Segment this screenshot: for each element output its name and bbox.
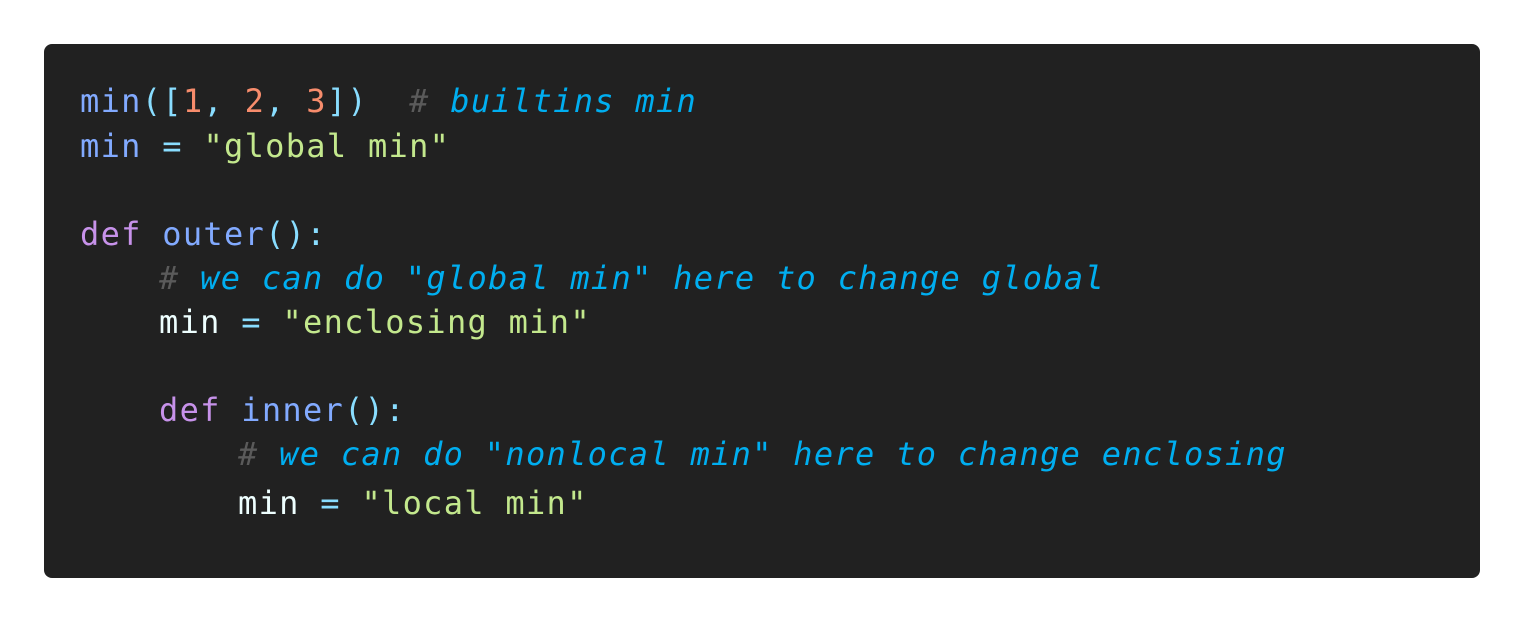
number-literal: 1 bbox=[182, 82, 204, 120]
code-line-1: min([1, 2, 3]) # builtins min bbox=[80, 81, 697, 121]
string-literal: "global min" bbox=[203, 127, 451, 165]
comma: , bbox=[265, 82, 307, 120]
function-name: outer bbox=[162, 215, 266, 253]
code-line-4: # we can do "global min" here to change … bbox=[159, 258, 1105, 298]
number-literal: 3 bbox=[306, 82, 327, 120]
string-literal: "local min" bbox=[361, 484, 588, 522]
parens: (): bbox=[265, 215, 327, 253]
function-name: inner bbox=[241, 391, 345, 429]
assignment-operator: = bbox=[320, 484, 341, 522]
code-line-7: # we can do "nonlocal min" here to chang… bbox=[238, 434, 1287, 474]
open-bracket: ([ bbox=[141, 82, 183, 120]
assignment-operator: = bbox=[241, 303, 262, 341]
comment-text: builtins min bbox=[450, 82, 698, 120]
code-line-2: min = "global min" bbox=[80, 126, 450, 166]
builtin-min-call: min bbox=[80, 82, 142, 120]
keyword-def: def bbox=[159, 391, 221, 429]
code-block: min([1, 2, 3]) # builtins min min = "glo… bbox=[44, 44, 1480, 578]
comment-text: we can do "nonlocal min" here to change … bbox=[279, 435, 1287, 473]
keyword-def: def bbox=[80, 215, 142, 253]
code-line-3: def outer(): bbox=[80, 214, 327, 254]
comment-text: we can do "global min" here to change gl… bbox=[200, 259, 1106, 297]
comment-hash: # bbox=[238, 435, 259, 473]
comma: , bbox=[203, 82, 245, 120]
variable-name: min bbox=[80, 127, 142, 165]
parens: (): bbox=[344, 391, 406, 429]
code-line-8: min = "local min" bbox=[238, 483, 588, 523]
variable-name: min bbox=[159, 303, 221, 341]
number-literal: 2 bbox=[244, 82, 266, 120]
comment-hash: # bbox=[159, 259, 180, 297]
comment-hash: # bbox=[409, 82, 430, 120]
code-line-5: min = "enclosing min" bbox=[159, 302, 591, 342]
code-line-6: def inner(): bbox=[159, 390, 406, 430]
close-bracket: ]) bbox=[326, 82, 368, 120]
assignment-operator: = bbox=[162, 127, 183, 165]
variable-name: min bbox=[238, 484, 300, 522]
string-literal: "enclosing min" bbox=[282, 303, 591, 341]
